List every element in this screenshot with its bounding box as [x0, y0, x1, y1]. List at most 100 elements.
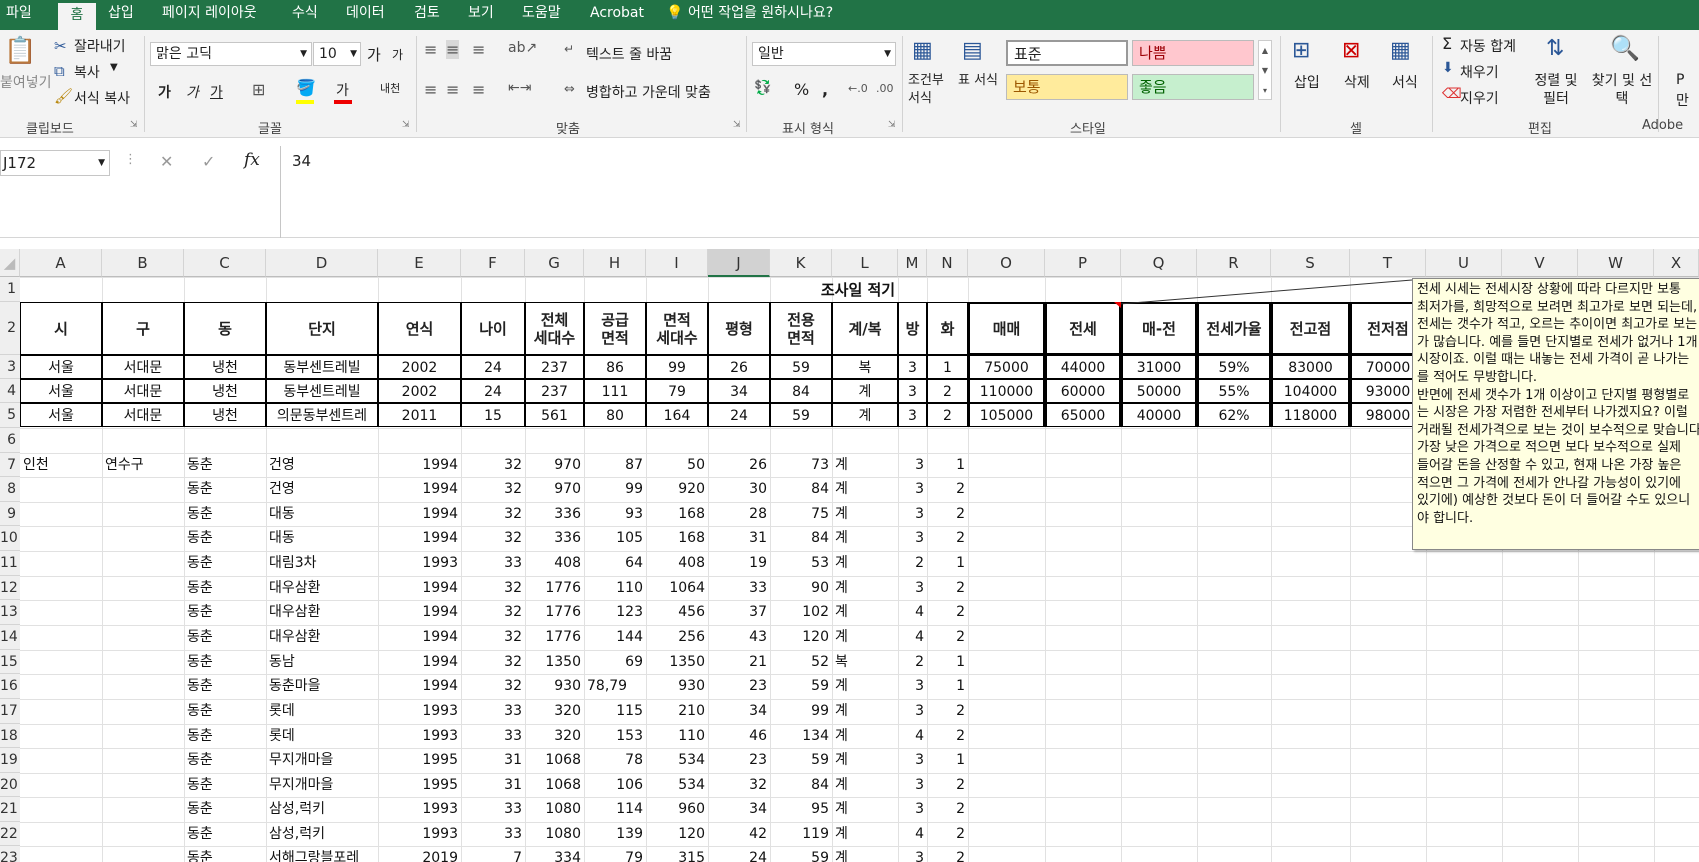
table-cell[interactable]: 동춘 — [184, 551, 266, 575]
menu-home[interactable]: 홈 — [58, 0, 96, 30]
table-cell[interactable]: 동춘 — [184, 526, 266, 550]
table-cell[interactable]: 1993 — [378, 797, 461, 821]
table-cell[interactable]: 계 — [832, 403, 898, 427]
table-cell[interactable]: 33 — [461, 724, 525, 748]
table-cell[interactable]: 2002 — [378, 355, 461, 379]
column-header[interactable]: N — [927, 249, 968, 277]
table-cell[interactable]: 33 — [461, 699, 525, 723]
table-cell[interactable]: 1994 — [378, 650, 461, 674]
table-cell[interactable]: 99 — [770, 699, 832, 723]
table-cell[interactable]: 서대문 — [102, 403, 184, 427]
table-cell[interactable]: 1080 — [525, 797, 584, 821]
shrink-font-button[interactable]: 가 — [392, 46, 403, 63]
table-cell[interactable]: 59 — [770, 674, 832, 698]
table-cell[interactable]: 동춘 — [184, 748, 266, 772]
table-cell[interactable]: 93 — [584, 502, 646, 526]
table-cell[interactable]: 110 — [584, 576, 646, 600]
table-cell[interactable]: 삼성,럭키 — [266, 822, 378, 846]
align-bottom-icon[interactable]: ≡ — [472, 40, 485, 59]
row-header[interactable]: 12 — [0, 576, 20, 600]
style-neutral[interactable]: 보통 — [1006, 74, 1128, 100]
table-cell[interactable]: 28 — [708, 502, 770, 526]
table-cell[interactable]: 2002 — [378, 379, 461, 403]
table-cell[interactable]: 78,79 — [584, 674, 646, 698]
cancel-icon[interactable]: ✕ — [160, 152, 173, 171]
table-cell[interactable]: 21 — [708, 650, 770, 674]
row-header[interactable]: 14 — [0, 625, 20, 650]
autosum-button[interactable]: 자동 합계 — [1460, 36, 1516, 56]
table-cell[interactable]: 2 — [927, 502, 968, 526]
table-cell[interactable]: 동춘마을 — [266, 674, 378, 698]
row-header[interactable]: 7 — [0, 453, 20, 477]
table-cell[interactable]: 계 — [832, 773, 898, 797]
table-cell[interactable]: 계 — [832, 846, 898, 862]
menu-insert[interactable]: 삽입 — [108, 0, 134, 30]
copy-button[interactable]: 복사 — [74, 62, 100, 82]
table-cell[interactable]: 2019 — [378, 846, 461, 862]
table-cell[interactable]: 3 — [898, 773, 927, 797]
cut-button[interactable]: 잘라내기 — [74, 36, 126, 56]
table-cell[interactable]: 2 — [927, 724, 968, 748]
table-cell[interactable]: 1350 — [525, 650, 584, 674]
table-cell[interactable]: 80 — [584, 403, 646, 427]
table-cell[interactable]: 동춘 — [184, 625, 266, 649]
paste-button[interactable]: 붙여넣기 — [0, 72, 52, 92]
column-header[interactable]: E — [378, 249, 461, 277]
wrap-text-button[interactable]: 텍스트 줄 바꿈 — [586, 44, 672, 64]
font-name-select[interactable]: 맑은 고딕 ▼ — [150, 42, 312, 66]
row-header[interactable]: 5 — [0, 403, 20, 428]
table-cell[interactable]: 34 — [708, 797, 770, 821]
table-cell[interactable]: 408 — [525, 551, 584, 575]
table-cell[interactable]: 32 — [461, 502, 525, 526]
table-cell[interactable]: 계 — [832, 477, 898, 501]
table-cell[interactable]: 34 — [708, 699, 770, 723]
table-cell[interactable]: 90 — [770, 576, 832, 600]
table-cell[interactable]: 33 — [461, 797, 525, 821]
table-cell[interactable]: 1994 — [378, 576, 461, 600]
table-cell[interactable]: 동춘 — [184, 822, 266, 846]
table-cell[interactable]: 33 — [461, 551, 525, 575]
table-cell[interactable]: 1994 — [378, 674, 461, 698]
column-header[interactable]: G — [525, 249, 584, 277]
table-cell[interactable]: 7 — [461, 846, 525, 862]
table-cell[interactable]: 계 — [832, 625, 898, 649]
table-cell[interactable]: 153 — [584, 724, 646, 748]
align-left-icon[interactable]: ≡ — [424, 80, 437, 99]
table-cell[interactable]: 83000 — [1271, 355, 1350, 379]
row-header[interactable]: 11 — [0, 551, 20, 576]
table-cell[interactable]: 31000 — [1121, 355, 1197, 379]
formula-input[interactable]: 34 — [292, 152, 311, 170]
table-cell[interactable]: 106 — [584, 773, 646, 797]
paste-icon[interactable]: 📋 — [4, 36, 36, 66]
table-cell[interactable]: 26 — [708, 453, 770, 477]
table-cell[interactable]: 32 — [461, 576, 525, 600]
table-cell[interactable]: 118000 — [1271, 403, 1350, 427]
row-header[interactable]: 9 — [0, 502, 20, 526]
find-select-button[interactable]: 찾기 및 선택 — [1590, 72, 1654, 108]
table-cell[interactable]: 2 — [927, 526, 968, 550]
table-cell[interactable]: 64 — [584, 551, 646, 575]
table-cell[interactable]: 1995 — [378, 773, 461, 797]
table-cell[interactable]: 168 — [646, 526, 708, 550]
table-cell[interactable]: 59% — [1197, 355, 1271, 379]
table-cell[interactable]: 32 — [708, 773, 770, 797]
row-header[interactable]: 13 — [0, 600, 20, 625]
row-header[interactable]: 1 — [0, 277, 20, 302]
table-cell[interactable]: 87 — [584, 453, 646, 477]
table-cell[interactable]: 1994 — [378, 477, 461, 501]
table-cell[interactable]: 동남 — [266, 650, 378, 674]
table-cell[interactable]: 168 — [646, 502, 708, 526]
table-cell[interactable]: 계 — [832, 600, 898, 624]
sort-filter-button[interactable]: 정렬 및 필터 — [1532, 72, 1580, 108]
table-cell[interactable]: 롯데 — [266, 699, 378, 723]
grow-font-button[interactable]: 가 — [367, 44, 381, 65]
menu-help[interactable]: 도움말 — [522, 0, 561, 30]
table-cell[interactable]: 계 — [832, 502, 898, 526]
table-cell[interactable]: 2011 — [378, 403, 461, 427]
table-cell[interactable]: 65000 — [1045, 403, 1121, 427]
table-cell[interactable]: 33 — [708, 576, 770, 600]
table-cell[interactable]: 4 — [898, 724, 927, 748]
font-size-select[interactable]: 10 ▼ — [313, 42, 361, 66]
table-cell[interactable]: 114 — [584, 797, 646, 821]
table-cell[interactable]: 대우삼환 — [266, 625, 378, 649]
